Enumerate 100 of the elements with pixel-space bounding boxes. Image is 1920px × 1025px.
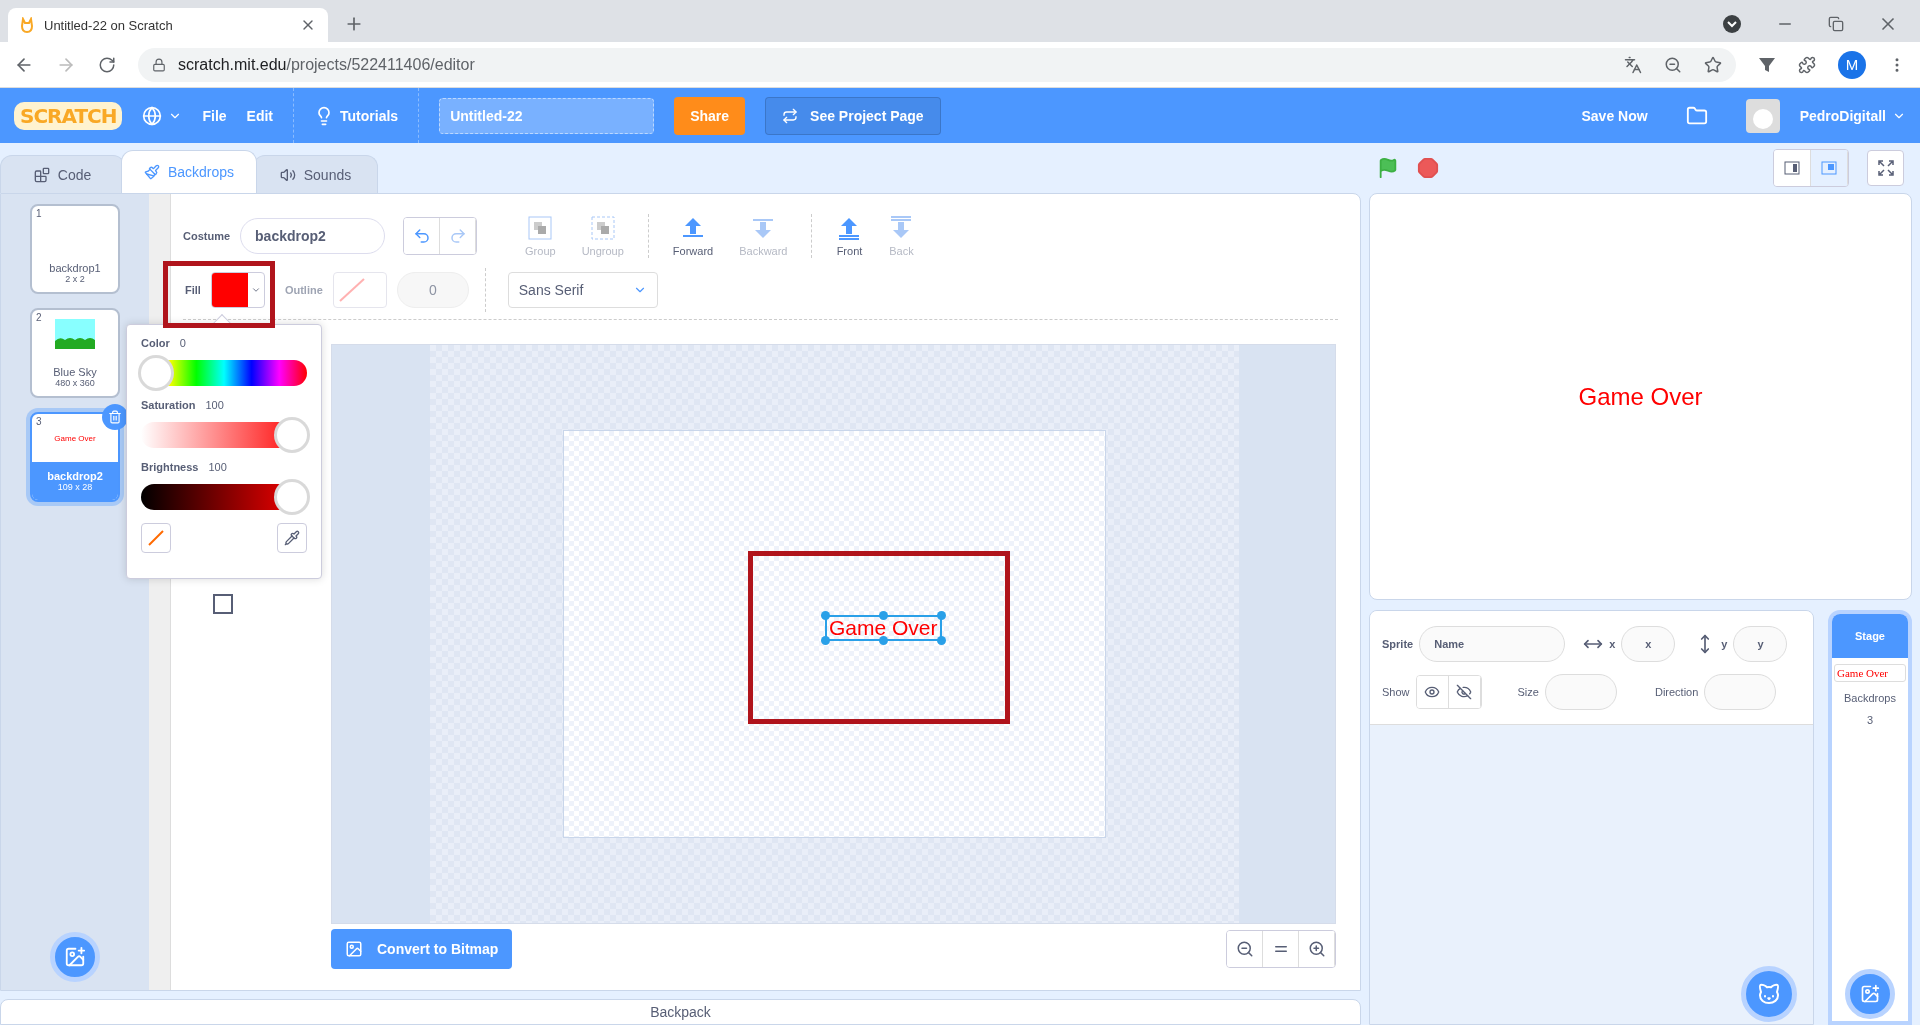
sprite-label: Sprite: [1382, 637, 1414, 650]
no-color-icon: [146, 528, 166, 548]
no-color-button[interactable]: [141, 523, 171, 553]
canvas-area[interactable]: Game Over: [430, 345, 1239, 923]
backdrop-name: backdrop1: [49, 262, 101, 274]
outline-width-field[interactable]: 0: [396, 271, 469, 308]
show-button[interactable]: [1416, 675, 1449, 708]
undo-icon: [412, 227, 431, 245]
star-icon[interactable]: [1704, 55, 1722, 74]
share-button[interactable]: Share: [674, 96, 746, 135]
outline-color-swatch[interactable]: [332, 271, 387, 308]
backdrop-card[interactable]: 1 backdrop1 2 x 2: [30, 204, 120, 294]
y-field[interactable]: y: [1733, 625, 1788, 662]
color-slider[interactable]: [141, 355, 307, 391]
slider-thumb[interactable]: [274, 417, 310, 453]
convert-to-bitmap-button[interactable]: Convert to Bitmap: [331, 929, 513, 969]
folder-icon[interactable]: [1685, 104, 1708, 127]
slider-label: Saturation: [141, 399, 196, 411]
rectangle-tool-icon[interactable]: [213, 594, 233, 614]
add-sprite-button[interactable]: [1741, 966, 1797, 1022]
color-slider[interactable]: [141, 479, 307, 515]
profile-avatar[interactable]: M: [1838, 50, 1866, 79]
backdrop-card[interactable]: 2 Blue Sky 480 x 360: [30, 308, 120, 398]
lock-icon: [152, 57, 166, 72]
slider-reading: 100: [208, 461, 227, 473]
cat-icon: [20, 17, 34, 33]
cat-icon: [1757, 982, 1781, 1006]
direction-field[interactable]: [1704, 673, 1777, 710]
sprite-name-field[interactable]: Name: [1419, 625, 1566, 662]
eyedropper-icon: [284, 530, 300, 546]
normal-stage-icon: [1821, 161, 1837, 175]
arrange-button[interactable]: Forward: [664, 215, 722, 257]
tutorials-button[interactable]: Tutorials: [314, 105, 399, 126]
color-slider[interactable]: [141, 417, 307, 453]
see-project-page-button[interactable]: See Project Page: [765, 96, 941, 135]
browser-tab[interactable]: Untitled-22 on Scratch: [8, 8, 328, 42]
slider-label: Color: [141, 337, 170, 349]
restore-icon[interactable]: [1828, 16, 1844, 32]
add-backdrop-button[interactable]: [50, 932, 100, 982]
image-plus-icon: [64, 946, 86, 968]
backdrop-number: 3: [36, 416, 42, 427]
image-plus-icon: [1860, 984, 1880, 1004]
eyedropper-button[interactable]: [277, 523, 307, 553]
redo-icon: [448, 227, 467, 245]
backdrop-name: backdrop2: [47, 470, 103, 482]
zoom-in-icon: [1307, 940, 1326, 958]
arrange-button[interactable]: Front: [828, 215, 871, 257]
tab-title: Untitled-22 on Scratch: [44, 17, 173, 33]
backdrop-card[interactable]: 3 Game Over backdrop2 109 x 28: [30, 412, 120, 502]
address-bar[interactable]: scratch.mit.edu/projects/522411406/editor: [138, 47, 1736, 82]
project-title-field[interactable]: Untitled-22: [439, 97, 655, 134]
stage-text: Game Over: [1578, 382, 1703, 411]
backdrop-number: 1: [36, 208, 42, 219]
slider-reading: 0: [179, 337, 186, 349]
editor-tab[interactable]: Backdrops: [121, 150, 257, 193]
add-backdrop-button[interactable]: [1845, 969, 1895, 1019]
show-label: Show: [1382, 685, 1410, 698]
outline-label: Outline: [284, 283, 323, 296]
backdrops-count: 3: [1866, 714, 1874, 726]
tab-search-icon[interactable]: [1722, 14, 1742, 34]
canvas-artboard[interactable]: Game Over: [563, 430, 1106, 838]
backpack-label: Backpack: [650, 1004, 711, 1020]
zoom-out-icon[interactable]: [1664, 55, 1682, 74]
stage-area[interactable]: Game Over: [1369, 193, 1912, 600]
costume-name-field[interactable]: backdrop2: [240, 218, 386, 254]
funnel-icon[interactable]: [1758, 55, 1776, 74]
puzzle-icon[interactable]: [1798, 55, 1816, 74]
thumbnail-text: Game Over: [54, 433, 96, 443]
slider-thumb[interactable]: [274, 479, 310, 515]
username-menu[interactable]: PedroDigitall: [1799, 107, 1906, 124]
slider-label: Brightness: [141, 461, 199, 473]
stage-thumbnail: Game Over: [1834, 664, 1906, 682]
speaker-icon: [279, 166, 296, 183]
font-dropdown[interactable]: Sans Serif: [507, 271, 658, 308]
fill-label: Fill: [185, 283, 201, 296]
zoom-out-button[interactable]: [1227, 931, 1263, 967]
undo-button[interactable]: [404, 218, 441, 254]
size-label: Size: [1517, 685, 1539, 698]
eye-off-icon: [1456, 683, 1473, 700]
small-stage-button[interactable]: [1774, 150, 1811, 186]
backdrop-size: 480 x 360: [55, 378, 95, 388]
user-avatar[interactable]: [1745, 98, 1780, 133]
stop-icon[interactable]: [1417, 157, 1439, 179]
flag-icon[interactable]: [1377, 157, 1399, 179]
backdrop-number: 2: [36, 312, 42, 323]
slider-reading: 100: [205, 399, 224, 411]
save-now-link[interactable]: Save Now: [1581, 107, 1648, 124]
url-text: scratch.mit.edu/projects/522411406/editor: [178, 55, 475, 74]
ungroup-icon: [589, 215, 616, 241]
slider-thumb[interactable]: [138, 355, 174, 391]
backpack-bar[interactable]: Backpack: [0, 999, 1361, 1025]
reload-icon[interactable]: [98, 55, 116, 74]
size-field[interactable]: [1544, 673, 1617, 710]
menu-item[interactable]: Edit: [246, 107, 274, 124]
x-field[interactable]: x: [1621, 625, 1676, 662]
menu-item[interactable]: File: [202, 107, 227, 124]
fill-color-swatch[interactable]: [210, 271, 265, 308]
fullscreen-button[interactable]: [1867, 150, 1904, 186]
translate-icon[interactable]: [1624, 55, 1642, 74]
globe-icon: [142, 105, 163, 126]
